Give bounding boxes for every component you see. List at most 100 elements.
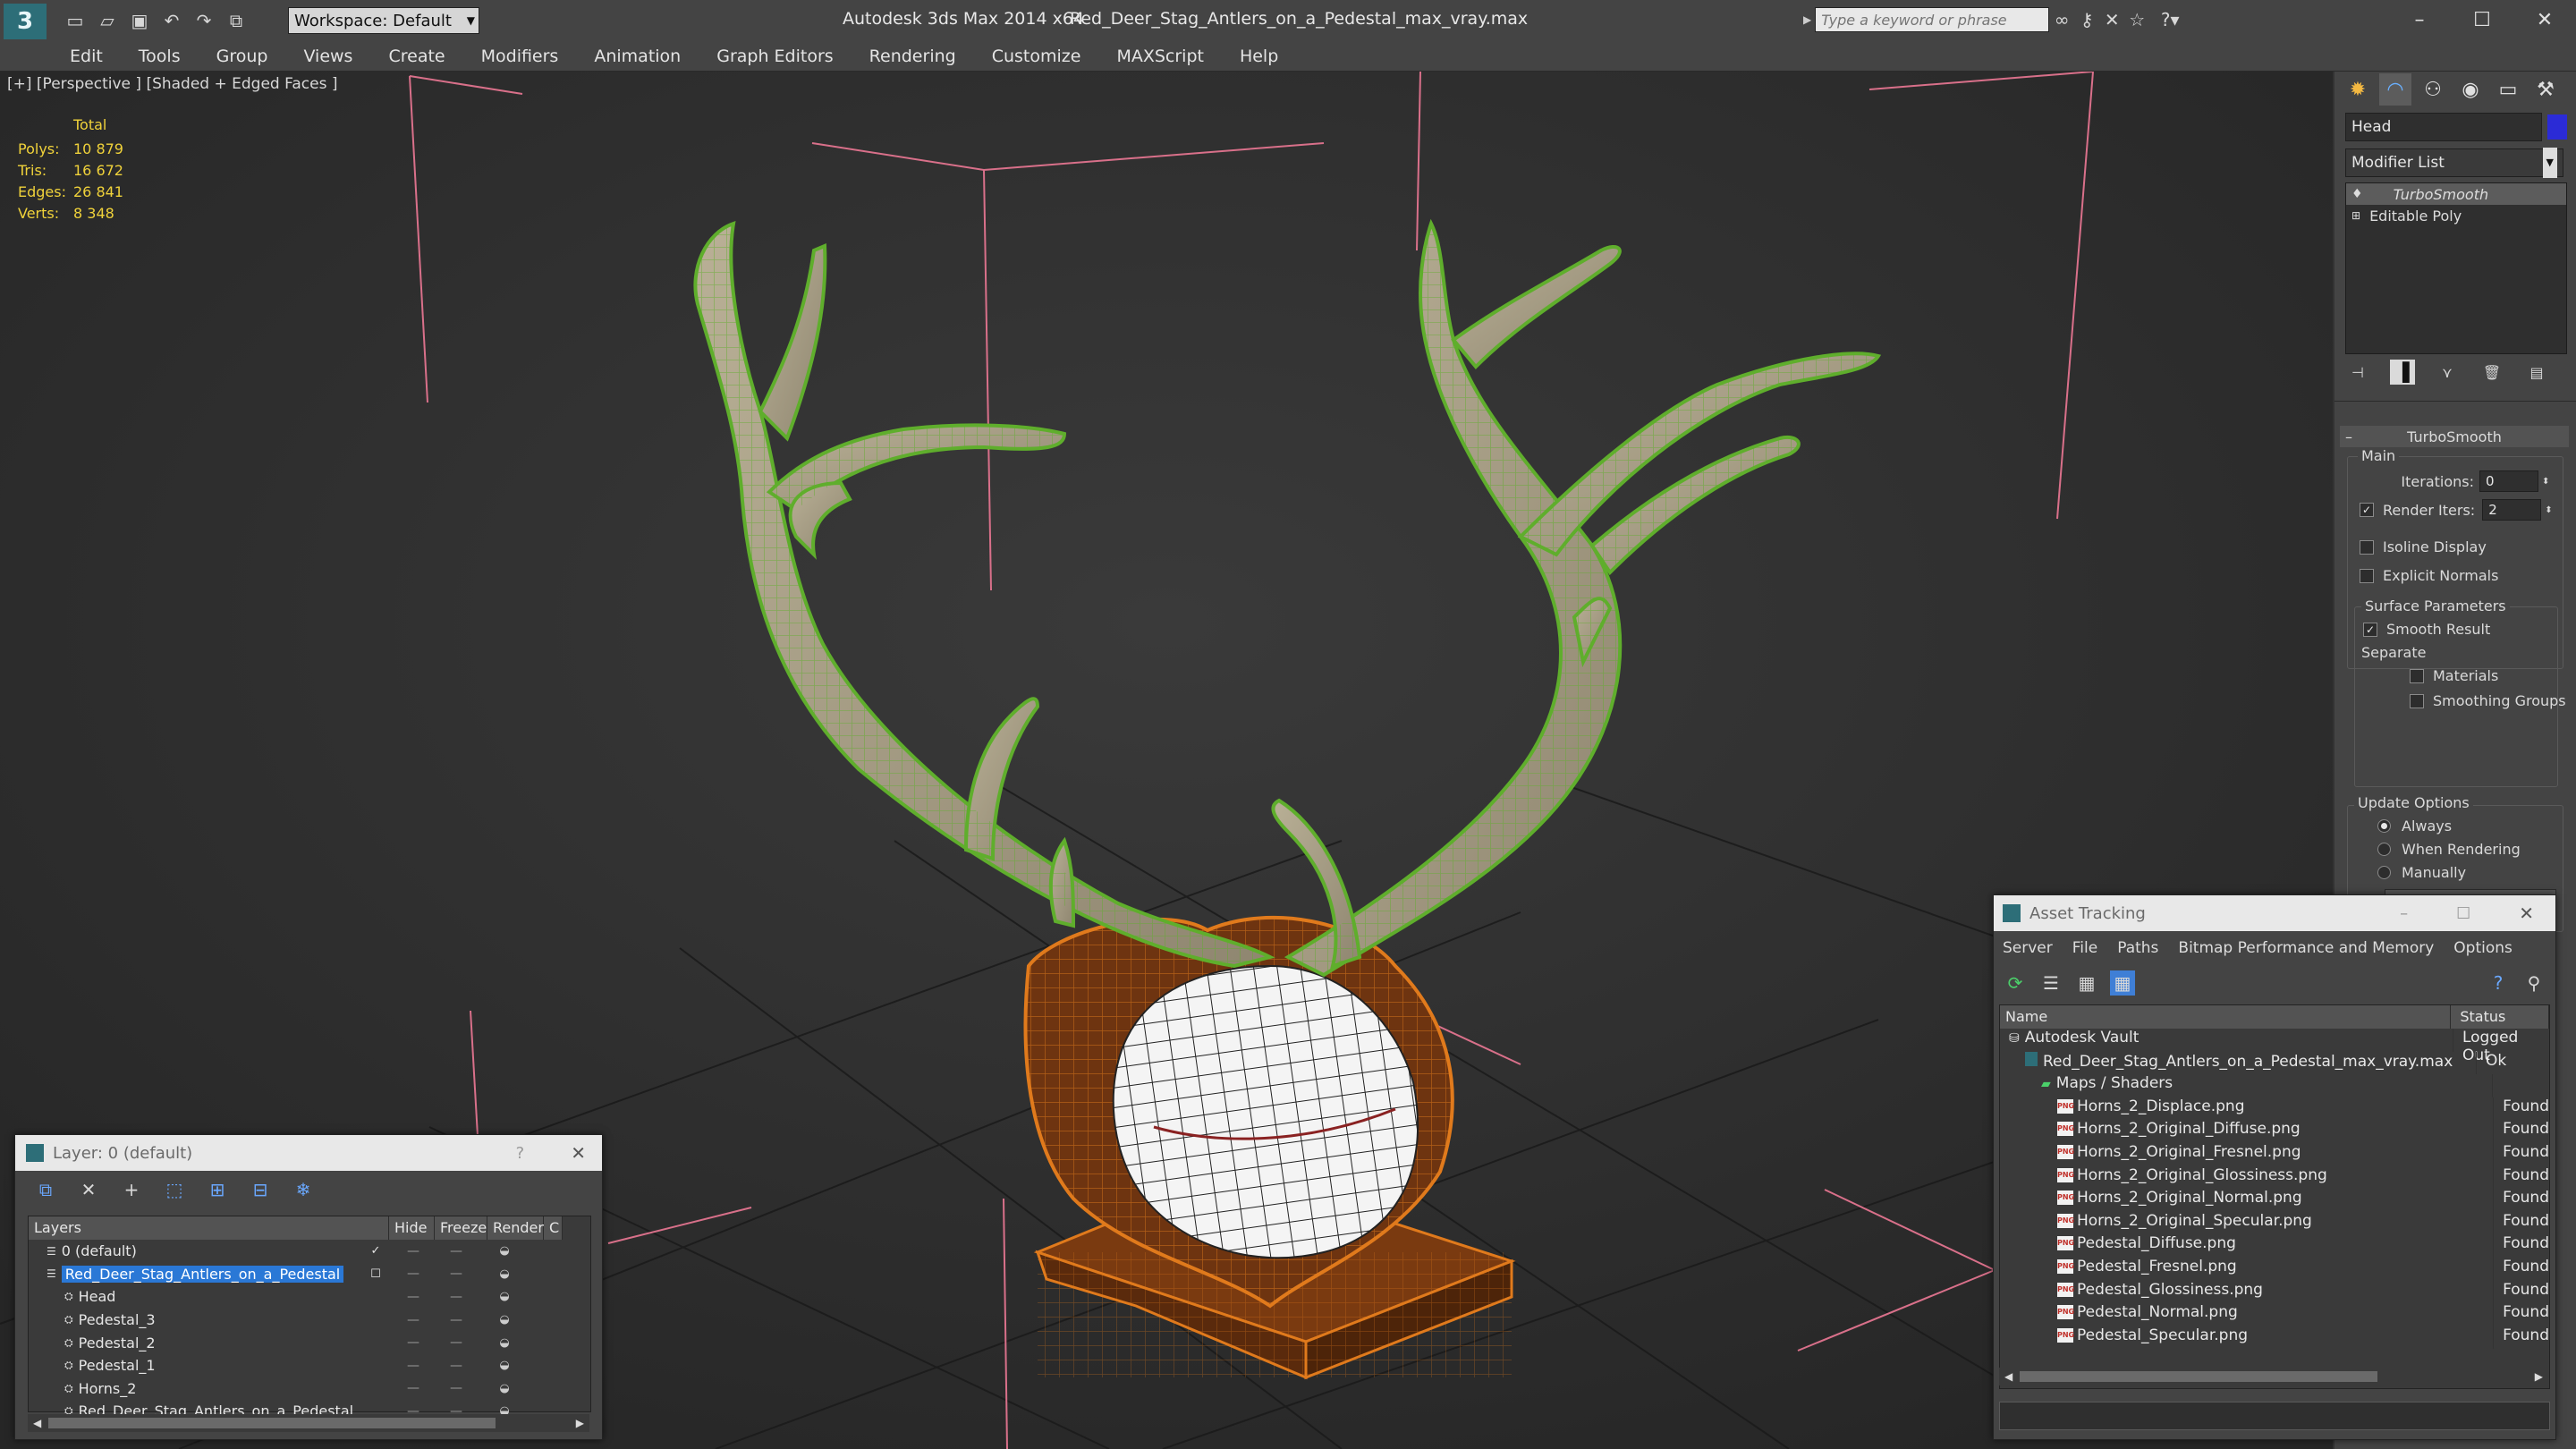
layer-row[interactable]: ⛭ Pedestal_2— — ◒ (29, 1331, 590, 1354)
stack-item-turbosmooth[interactable]: ♦ TurboSmooth (2346, 183, 2566, 205)
layer-horizontal-scrollbar[interactable]: ◀ ▶ (28, 1414, 589, 1432)
freeze-toggle[interactable]: — (433, 1267, 479, 1281)
col-freeze[interactable]: Freeze (435, 1216, 487, 1240)
workspace-dropdown[interactable]: Workspace: Default ▼ (288, 7, 479, 34)
turbosmooth-rollout-header[interactable]: – TurboSmooth (2340, 426, 2569, 447)
minimize-icon[interactable]: – (2400, 904, 2408, 923)
col-status[interactable]: Status (2451, 1005, 2549, 1029)
col-color[interactable]: C (544, 1216, 563, 1240)
hide-toggle[interactable]: — (394, 1267, 433, 1281)
open-file-icon[interactable]: ▱ (95, 8, 120, 33)
asset-row[interactable]: PNG Pedestal_Glossiness.png Found (2000, 1280, 2549, 1304)
menu-help[interactable]: Help (1222, 41, 1296, 72)
binoculars-icon[interactable]: ∞ (2049, 7, 2074, 32)
col-name[interactable]: Name (2000, 1005, 2452, 1029)
table-view-icon[interactable]: ▦ (2110, 970, 2135, 996)
render-teapot-icon[interactable]: ◒ (479, 1290, 530, 1303)
maximize-icon[interactable]: ☐ (2451, 0, 2513, 39)
layer-row[interactable]: ⛭ Pedestal_1— — ◒ (29, 1354, 590, 1377)
lightbulb-icon[interactable]: ♦ (2351, 187, 2363, 201)
render-teapot-icon[interactable]: ◒ (479, 1313, 530, 1326)
freeze-toggle[interactable]: — (433, 1290, 479, 1304)
layer-row[interactable]: ☰ 0 (default) ✓ — — ◒ (29, 1240, 590, 1263)
asset-row[interactable]: PNG Horns_2_Original_Diffuse.png Found (2000, 1120, 2549, 1143)
render-teapot-icon[interactable]: ◒ (479, 1382, 530, 1395)
asset-row[interactable]: PNG Horns_2_Original_Normal.png Found (2000, 1189, 2549, 1212)
freeze-toggle[interactable]: — (433, 1359, 479, 1373)
delete-layer-icon[interactable]: ✕ (76, 1177, 101, 1202)
maximize-icon[interactable]: ☐ (2456, 904, 2470, 923)
close-icon[interactable]: ✕ (571, 1142, 586, 1164)
menu-animation[interactable]: Animation (576, 41, 699, 72)
scrollbar-thumb[interactable] (48, 1418, 496, 1428)
chevron-right-icon[interactable]: ▶ (2535, 1370, 2543, 1383)
asset-path-field[interactable] (1999, 1402, 2550, 1430)
help-icon[interactable]: ?▾ (2149, 7, 2190, 32)
menu-graph-editors[interactable]: Graph Editors (699, 41, 851, 72)
hide-toggle[interactable]: — (394, 1313, 433, 1327)
chevron-right-icon[interactable]: ▶ (1803, 13, 1811, 26)
freeze-toggle[interactable]: — (433, 1381, 479, 1395)
asset-tracking-titlebar[interactable]: Asset Tracking – ☐ ✕ (1994, 895, 2555, 931)
asset-row[interactable]: PNG Horns_2_Original_Glossiness.png Found (2000, 1165, 2549, 1190)
at-menu-server[interactable]: Server (2003, 939, 2053, 957)
update-always-radio[interactable] (2377, 819, 2391, 833)
asset-row[interactable]: ▰ Maps / Shaders (2000, 1074, 2549, 1097)
smoothing-groups-checkbox[interactable] (2410, 693, 2424, 708)
menu-customize[interactable]: Customize (974, 41, 1099, 72)
new-file-icon[interactable]: ▭ (63, 8, 88, 33)
refresh-icon[interactable]: ⟳ (2003, 970, 2028, 996)
search-input[interactable] (1815, 7, 2050, 32)
at-menu-paths[interactable]: Paths (2117, 939, 2158, 957)
stack-item-editable-poly[interactable]: ⊞ Editable Poly (2346, 205, 2566, 226)
menu-tools[interactable]: Tools (121, 41, 199, 72)
layer-row[interactable]: ⛭ Head — — ◒ (29, 1285, 590, 1309)
pin-stack-icon[interactable]: ⊣ (2345, 360, 2370, 385)
create-tab-icon[interactable]: ✹ (2342, 73, 2374, 106)
select-objects-in-layer-icon[interactable]: ⬚ (162, 1177, 187, 1202)
add-to-layer-icon[interactable]: + (119, 1177, 144, 1202)
minimize-icon[interactable]: – (2388, 0, 2451, 39)
hide-toggle[interactable]: — (394, 1335, 433, 1350)
menu-views[interactable]: Views (285, 41, 370, 72)
smooth-result-checkbox[interactable]: ✓ (2363, 622, 2377, 637)
col-render[interactable]: Render (487, 1216, 544, 1240)
chevron-left-icon[interactable]: ◀ (2004, 1370, 2012, 1383)
col-layers[interactable]: Layers (29, 1216, 389, 1240)
asset-row[interactable]: PNG Pedestal_Specular.png Found (2000, 1326, 2549, 1350)
hierarchy-tab-icon[interactable]: ⚇ (2417, 73, 2449, 106)
layer-row[interactable]: ☰ Red_Deer_Stag_Antlers_on_a_Pedestal ☐ — — ◒ (29, 1263, 590, 1286)
freeze-toggle[interactable]: — (433, 1335, 479, 1350)
freeze-toggle[interactable]: — (433, 1313, 479, 1327)
modify-tab-icon[interactable]: ◠ (2379, 73, 2411, 106)
hide-toggle[interactable]: — (394, 1359, 433, 1373)
render-iters-checkbox[interactable]: ✓ (2360, 503, 2374, 517)
freeze-toggle[interactable]: — (433, 1244, 479, 1258)
layer-window-titlebar[interactable]: Layer: 0 (default) ? ✕ (15, 1135, 602, 1171)
utilities-tab-icon[interactable]: ⚒ (2529, 73, 2562, 106)
pin-icon[interactable]: ⚲ (2521, 970, 2546, 996)
scrollbar-thumb[interactable] (2020, 1371, 2378, 1382)
help-icon[interactable]: ? (2486, 970, 2511, 996)
menu-rendering[interactable]: Rendering (852, 41, 974, 72)
object-name-field[interactable]: Head (2345, 113, 2542, 141)
at-menu-file[interactable]: File (2072, 939, 2097, 957)
render-iters-spinner[interactable]: 2 (2482, 499, 2542, 521)
asset-row[interactable]: PNG Horns_2_Original_Fresnel.png Found (2000, 1142, 2549, 1166)
communication-icon[interactable]: ✕ (2099, 7, 2124, 32)
hide-toggle[interactable]: — (394, 1290, 433, 1304)
make-unique-icon[interactable]: ⋎ (2435, 360, 2460, 385)
show-end-result-icon[interactable]: ▐ (2390, 360, 2415, 385)
current-layer-checkbox[interactable]: ☐ (367, 1267, 385, 1281)
object-color-swatch[interactable] (2547, 114, 2567, 140)
project-folder-icon[interactable]: ⧉ (224, 8, 249, 33)
render-teapot-icon[interactable]: ◒ (479, 1244, 530, 1258)
asset-row[interactable]: PNG Pedestal_Diffuse.png Found (2000, 1234, 2549, 1258)
display-tab-icon[interactable]: ▭ (2492, 73, 2524, 106)
render-teapot-icon[interactable]: ◒ (479, 1336, 530, 1350)
close-icon[interactable]: ✕ (2519, 902, 2534, 924)
key-icon[interactable]: ⚷ (2074, 7, 2099, 32)
configure-sets-icon[interactable]: ▤ (2524, 360, 2549, 385)
render-teapot-icon[interactable]: ◒ (479, 1267, 530, 1281)
update-when-rendering-radio[interactable] (2377, 843, 2391, 856)
